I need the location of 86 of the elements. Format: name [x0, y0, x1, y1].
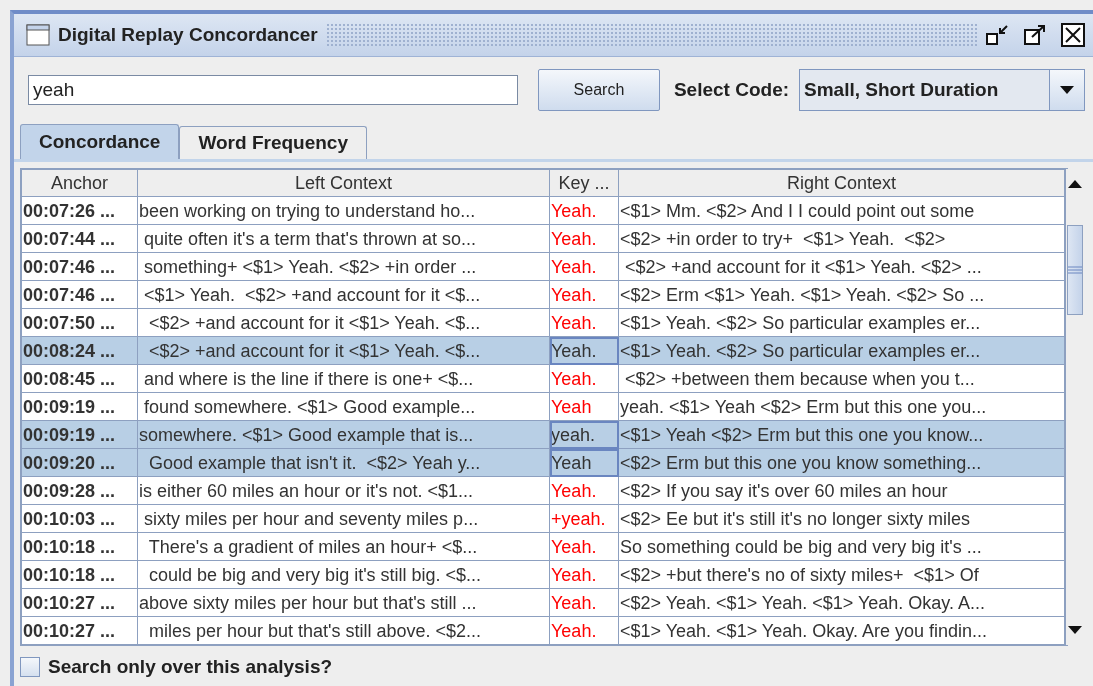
table-cell: 00:09:19 ...	[21, 420, 138, 449]
table-cell: Yeah.	[549, 336, 619, 365]
close-icon[interactable]	[1061, 23, 1085, 47]
minimize-icon[interactable]	[985, 24, 1009, 46]
table-cell: is either 60 miles an hour or it's not. <$1...	[137, 476, 550, 505]
table-cell: could be big and very big it's still big. <$...	[137, 560, 550, 589]
table-cell: 00:09:20 ...	[21, 448, 138, 477]
table-cell: Yeah.	[549, 364, 619, 393]
table-cell: 00:07:50 ...	[21, 308, 138, 337]
select-code-label: Select Code:	[673, 79, 790, 101]
table-cell: Yeah.	[549, 532, 619, 561]
tab[interactable]: Concordance	[20, 124, 180, 159]
table-cell: Yeah	[549, 392, 619, 421]
window-title: Digital Replay Concordancer	[58, 24, 318, 46]
table-cell: Yeah.	[549, 588, 619, 617]
table-cell: There's a gradient of miles an hour+ <$...	[137, 532, 550, 561]
table-cell: <$1> Yeah. <$1> Yeah. Okay. Are you findin...	[618, 616, 1065, 645]
search-button[interactable]: Search	[537, 69, 660, 111]
table-cell: 00:10:18 ...	[21, 560, 138, 589]
table-cell: 00:09:19 ...	[21, 392, 138, 421]
table-cell: Yeah.	[549, 308, 619, 337]
table-cell: <$2> Yeah. <$1> Yeah. <$1> Yeah. Okay. A...	[618, 588, 1065, 617]
table-cell: +yeah.	[549, 504, 619, 533]
code-dropdown[interactable]: Small, Short Duration	[799, 69, 1085, 111]
checkbox-label: Search only over this analysis?	[48, 656, 333, 678]
table-cell: <$2> Erm but this one you know something...	[618, 448, 1065, 477]
table-cell: 00:07:46 ...	[21, 280, 138, 309]
table-cell: So something could be big and very big it's ...	[618, 532, 1065, 561]
grip-icon[interactable]	[1068, 266, 1082, 274]
table-cell: <$2> +and account for it <$1> Yeah. <$...	[137, 308, 550, 337]
maximize-icon[interactable]	[1023, 24, 1047, 46]
table-cell: <$1> Yeah. <$2> +and account for it <$...	[137, 280, 550, 309]
table-cell: <$1> Yeah <$2> Erm but this one you know...	[618, 420, 1065, 449]
table-cell: <$2> If you say it's over 60 miles an hour	[618, 476, 1065, 505]
table-cell: <$2> +between them because when you t...	[618, 364, 1065, 393]
table-cell: Yeah.	[549, 560, 619, 589]
table-cell: 00:07:44 ...	[21, 224, 138, 253]
search-field[interactable]: yeah	[28, 75, 518, 105]
table-cell: Yeah	[549, 448, 619, 477]
table-cell: 00:08:45 ...	[21, 364, 138, 393]
table-cell: 00:10:27 ...	[21, 588, 138, 617]
table-cell: <$1> Yeah. <$2> So particular examples er...	[618, 308, 1065, 337]
table-cell: 00:10:27 ...	[21, 616, 138, 645]
table-cell: Yeah.	[549, 252, 619, 281]
table-cell: Yeah.	[549, 224, 619, 253]
table-cell: found somewhere. <$1> Good example...	[137, 392, 550, 421]
table-cell: <$2> +and account for it <$1> Yeah. <$2> ...	[618, 252, 1065, 281]
table-cell: <$2> +and account for it <$1> Yeah. <$...	[137, 336, 550, 365]
table-cell: and where is the line if there is one+ <$...	[137, 364, 550, 393]
column-header[interactable]: Left Context	[137, 169, 550, 197]
table-cell: <$2> +but there's no of sixty miles+ <$1> Of	[618, 560, 1065, 589]
up-arrow-icon[interactable]	[1068, 180, 1082, 188]
scrollbar-thumb[interactable]	[1067, 225, 1083, 315]
column-header[interactable]: Right Context	[618, 169, 1065, 197]
table-cell: sixty miles per hour and seventy miles p...	[137, 504, 550, 533]
table-cell: above sixty miles per hour but that's still ...	[137, 588, 550, 617]
table-cell: yeah.	[549, 420, 619, 449]
table-cell: 00:08:24 ...	[21, 336, 138, 365]
table-cell: miles per hour but that's still above. <$2...	[137, 616, 550, 645]
table-cell: Yeah.	[549, 476, 619, 505]
table-cell: Yeah.	[549, 280, 619, 309]
window-icon	[26, 24, 50, 46]
checkbox[interactable]	[20, 657, 40, 677]
table-cell: <$1> Mm. <$2> And I I could point out some	[618, 196, 1065, 225]
table-cell: <$1> Yeah. <$2> So particular examples er...	[618, 336, 1065, 365]
column-header[interactable]: Anchor	[21, 169, 138, 197]
table-cell: something+ <$1> Yeah. <$2> +in order ...	[137, 252, 550, 281]
column-header[interactable]: Key ...	[549, 169, 619, 197]
table-cell: 00:07:26 ...	[21, 196, 138, 225]
table-cell: <$2> Ee but it's still it's no longer sixty miles	[618, 504, 1065, 533]
table-cell: 00:07:46 ...	[21, 252, 138, 281]
table-cell: somewhere. <$1> Good example that is...	[137, 420, 550, 449]
tab[interactable]: Word Frequency	[179, 126, 367, 159]
table-cell: <$2> +in order to try+ <$1> Yeah. <$2>	[618, 224, 1065, 253]
table-cell: <$2> Erm <$1> Yeah. <$1> Yeah. <$2> So ...	[618, 280, 1065, 309]
table-cell: Yeah.	[549, 616, 619, 645]
table-cell: 00:10:18 ...	[21, 532, 138, 561]
table-cell: yeah. <$1> Yeah <$2> Erm but this one you...	[618, 392, 1065, 421]
table-cell: Good example that isn't it. <$2> Yeah y...	[137, 448, 550, 477]
table-cell: 00:09:28 ...	[21, 476, 138, 505]
dropdown-arrow-icon[interactable]	[1059, 85, 1075, 95]
table-cell: Yeah.	[549, 196, 619, 225]
table-cell: quite often it's a term that's thrown at so...	[137, 224, 550, 253]
down-arrow-icon[interactable]	[1068, 626, 1082, 634]
table-cell: 00:10:03 ...	[21, 504, 138, 533]
table-cell: been working on trying to understand ho...	[137, 196, 550, 225]
